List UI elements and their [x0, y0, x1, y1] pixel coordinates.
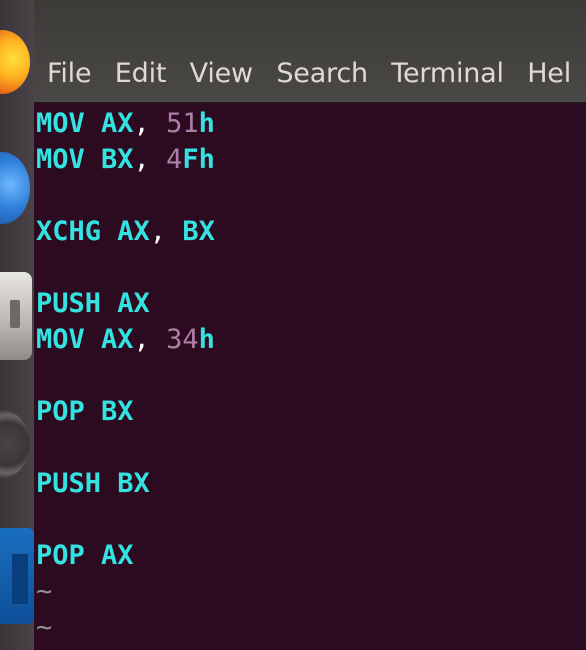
- code-line: MOV AX, 34h: [36, 322, 586, 358]
- code-mnemonic: PUSH BX: [36, 468, 150, 499]
- menu-help[interactable]: Hel: [527, 58, 571, 89]
- menu-edit[interactable]: Edit: [115, 58, 167, 89]
- code-line: POP AX: [36, 538, 586, 574]
- code-mnemonic: POP BX: [36, 396, 134, 427]
- code-line: PUSH AX: [36, 286, 586, 322]
- code-mnemonic: MOV AX: [36, 108, 134, 139]
- thunderbird-icon[interactable]: [0, 152, 30, 224]
- code-mnemonic: MOV AX: [36, 324, 134, 355]
- code-operand-suffix: h: [198, 108, 215, 139]
- code-comma: ,: [133, 144, 150, 175]
- code-mnemonic: XCHG AX: [36, 216, 150, 247]
- code-number: 34: [166, 324, 199, 355]
- code-operand-suffix: h: [198, 324, 215, 355]
- menu: File Edit View Search Terminal Hel: [34, 58, 573, 89]
- empty-line-tilde: ~: [36, 576, 53, 607]
- code-comma: ,: [149, 216, 167, 247]
- code-mnemonic: POP AX: [36, 540, 134, 571]
- empty-line-tilde: ~: [36, 612, 53, 643]
- code-mnemonic: MOV BX: [36, 144, 134, 175]
- launcher-dock: [0, 0, 34, 650]
- code-line: MOV BX, 4Fh: [36, 142, 586, 178]
- code-line: POP BX: [36, 394, 586, 430]
- code-comma: ,: [133, 324, 150, 355]
- menu-file[interactable]: File: [47, 58, 92, 89]
- editor-text-area[interactable]: MOV AX, 51h MOV BX, 4Fh XCHG AX, BX PUSH AX…: [36, 106, 586, 650]
- menu-terminal[interactable]: Terminal: [391, 58, 504, 89]
- firefox-icon[interactable]: [0, 30, 30, 94]
- code-number: 4: [166, 144, 183, 175]
- writer-icon[interactable]: [0, 528, 34, 624]
- code-line: PUSH BX: [36, 466, 586, 502]
- code-comma: ,: [133, 108, 150, 139]
- code-line: MOV AX, 51h: [36, 106, 586, 142]
- code-number: 51: [166, 108, 199, 139]
- rhythmbox-icon[interactable]: [0, 410, 30, 478]
- menu-view[interactable]: View: [190, 58, 253, 89]
- code-operand-suffix: Fh: [182, 144, 215, 175]
- code-line: XCHG AX, BX: [36, 214, 586, 250]
- code-mnemonic: PUSH AX: [36, 288, 150, 319]
- menu-search[interactable]: Search: [276, 58, 368, 89]
- files-icon[interactable]: [0, 272, 32, 360]
- terminal-menubar: File Edit View Search Terminal Hel: [34, 0, 586, 103]
- code-operand-suffix: BX: [182, 216, 215, 247]
